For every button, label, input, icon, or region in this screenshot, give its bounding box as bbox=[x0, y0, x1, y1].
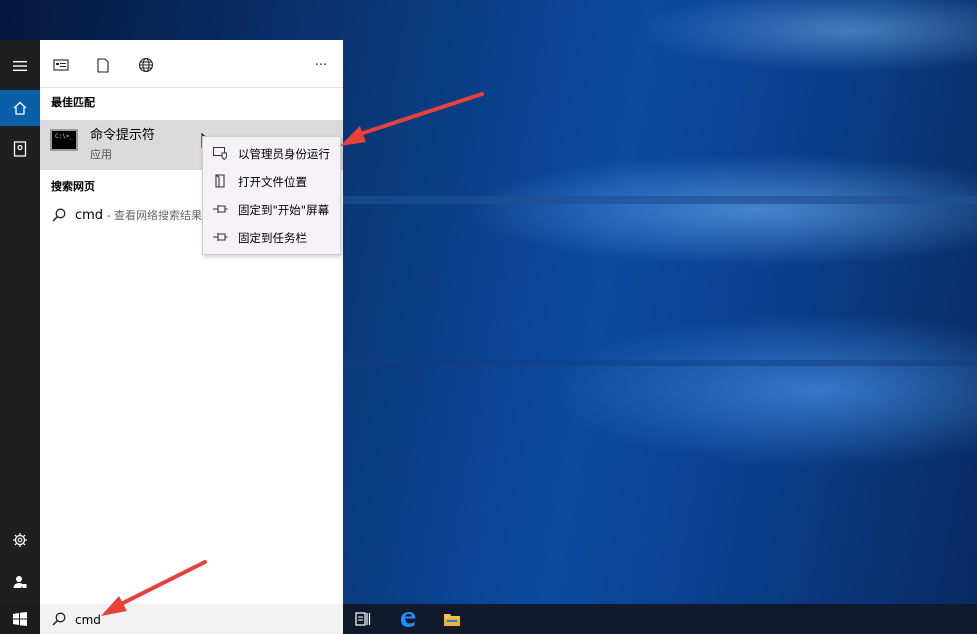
result-type-label: 应用 bbox=[90, 148, 112, 161]
search-results-panel: ··· 最佳匹配 C:\>_ 命令提示符 应用 搜索网页 cmd - 查看网络搜… bbox=[40, 40, 343, 604]
folder-icon bbox=[444, 613, 460, 626]
filter-documents-button[interactable] bbox=[92, 54, 114, 76]
more-options-button[interactable]: ··· bbox=[310, 54, 332, 76]
person-icon bbox=[13, 576, 27, 588]
home-icon bbox=[13, 101, 27, 115]
file-explorer-button[interactable] bbox=[432, 604, 472, 634]
section-web-heading: 搜索网页 bbox=[51, 180, 95, 193]
hamburger-icon bbox=[13, 61, 27, 71]
red-annotation-arrow-icon bbox=[340, 92, 484, 146]
wallpaper-light-beam bbox=[343, 196, 977, 204]
app-window-icon bbox=[53, 59, 69, 71]
notebook-button[interactable] bbox=[0, 131, 40, 167]
section-best-match-heading: 最佳匹配 bbox=[51, 96, 95, 109]
web-result-suffix: - 查看网络搜索结果 bbox=[103, 209, 203, 222]
document-icon bbox=[97, 57, 109, 73]
shield-run-icon bbox=[213, 146, 228, 160]
gear-icon bbox=[13, 533, 27, 547]
menu-item-label: 固定到"开始"屏幕 bbox=[238, 203, 330, 217]
menu-expand-button[interactable] bbox=[0, 48, 40, 84]
folder-open-icon bbox=[213, 174, 228, 188]
edge-browser-button[interactable] bbox=[388, 604, 428, 634]
filter-apps-button[interactable] bbox=[50, 54, 72, 76]
menu-item-open-file-location[interactable]: 打开文件位置 bbox=[203, 167, 342, 195]
web-result-query: cmd bbox=[75, 208, 104, 223]
globe-icon bbox=[138, 57, 154, 73]
settings-button[interactable] bbox=[0, 522, 40, 558]
search-icon bbox=[52, 208, 66, 222]
pin-icon bbox=[213, 230, 228, 244]
menu-item-pin-to-start[interactable]: 固定到"开始"屏幕 bbox=[203, 195, 342, 223]
menu-item-label: 打开文件位置 bbox=[238, 175, 307, 189]
menu-item-label: 以管理员身份运行 bbox=[238, 147, 330, 161]
start-left-rail bbox=[0, 40, 40, 604]
filter-web-button[interactable] bbox=[135, 54, 157, 76]
menu-item-label: 固定到任务栏 bbox=[238, 231, 307, 245]
context-menu: 以管理员身份运行 打开文件位置 固定到"开始"屏幕 固定到任务栏 bbox=[202, 136, 341, 255]
edge-icon bbox=[401, 612, 416, 627]
command-prompt-icon-text: C:\>_ bbox=[55, 133, 74, 140]
windows-logo-icon bbox=[13, 612, 27, 626]
menu-item-pin-to-taskbar[interactable]: 固定到任务栏 bbox=[203, 223, 342, 251]
filter-toolbar: ··· bbox=[40, 40, 343, 88]
wallpaper-light-beam bbox=[343, 360, 977, 366]
task-view-button[interactable] bbox=[343, 604, 383, 634]
start-button[interactable] bbox=[0, 604, 40, 634]
search-icon bbox=[52, 612, 66, 626]
menu-item-run-as-admin[interactable]: 以管理员身份运行 bbox=[203, 139, 342, 167]
user-feedback-button[interactable] bbox=[0, 564, 40, 600]
result-title: 命令提示符 bbox=[90, 128, 156, 143]
notebook-icon bbox=[13, 141, 27, 157]
command-prompt-icon: C:\>_ bbox=[50, 129, 78, 151]
pin-icon bbox=[213, 202, 228, 216]
red-annotation-arrow-icon bbox=[101, 560, 207, 616]
web-result-text: cmd - 查看网络搜索结果 bbox=[75, 207, 202, 223]
task-view-icon bbox=[355, 612, 371, 626]
home-button[interactable] bbox=[0, 90, 40, 126]
